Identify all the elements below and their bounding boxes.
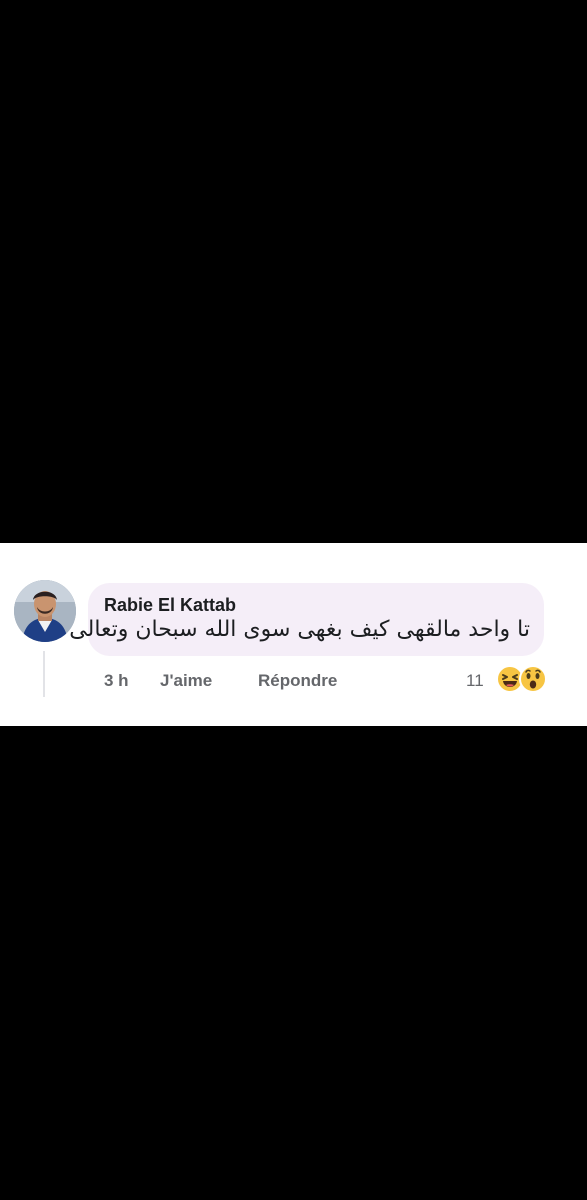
like-button[interactable]: J'aime <box>160 671 212 691</box>
reaction-count[interactable]: 11 <box>466 671 484 691</box>
avatar[interactable] <box>14 580 76 642</box>
author-name[interactable]: Rabie El Kattab <box>104 595 236 616</box>
comment-card: Rabie El Kattab تا واحد مالقهى كيف بغهى … <box>0 543 587 726</box>
wow-icon <box>519 665 547 693</box>
comment-text: تا واحد مالقهى كيف بغهى سوى الله سبحان و… <box>69 617 530 642</box>
thread-line <box>43 651 45 697</box>
comment-bubble: Rabie El Kattab تا واحد مالقهى كيف بغهى … <box>69 583 544 656</box>
reaction-summary[interactable] <box>496 665 552 695</box>
reply-button[interactable]: Répondre <box>258 671 337 691</box>
comment-time[interactable]: 3 h <box>104 671 129 691</box>
